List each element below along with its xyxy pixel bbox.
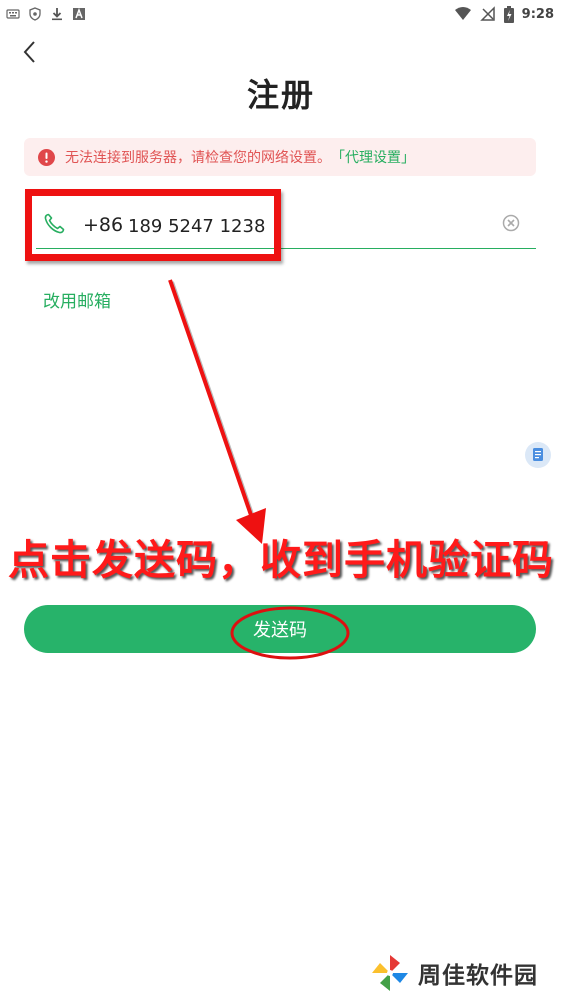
floating-document-button[interactable] <box>525 442 551 468</box>
download-icon <box>52 8 62 21</box>
use-email-link[interactable]: 改用邮箱 <box>43 287 111 312</box>
annotation-caption: 点击发送码，收到手机验证码 <box>8 536 554 584</box>
watermark-text: 周佳软件园 <box>418 963 538 989</box>
proxy-settings-link[interactable]: 「代理设置」 <box>331 147 415 167</box>
status-bar-left-icons <box>6 4 86 24</box>
network-error-banner: 无法连接到服务器，请检查您的网络设置。 「代理设置」 <box>24 138 536 176</box>
watermark: 周佳软件园 <box>368 950 538 996</box>
document-icon <box>533 448 543 461</box>
status-bar-right-icons: 9:28 <box>454 4 554 24</box>
send-code-button[interactable]: 发送码 <box>24 605 536 653</box>
alert-circle-icon <box>38 148 55 166</box>
keyboard-icon <box>6 9 20 19</box>
status-bar: 9:28 <box>0 0 562 28</box>
battery-charging-icon <box>503 5 514 23</box>
chevron-left-icon[interactable] <box>16 38 44 66</box>
wifi-icon <box>454 7 471 20</box>
shield-icon <box>29 7 41 21</box>
page-title: 注册 <box>246 76 315 114</box>
signal-off-icon <box>479 6 495 21</box>
clear-circle-icon[interactable] <box>502 214 520 232</box>
phone-highlight-box <box>25 189 281 261</box>
pinwheel-logo-icon <box>372 955 408 991</box>
a-icon <box>73 7 85 20</box>
banner-message: 无法连接到服务器，请检查您的网络设置。 <box>65 150 331 166</box>
status-time: 9:28 <box>521 6 554 22</box>
